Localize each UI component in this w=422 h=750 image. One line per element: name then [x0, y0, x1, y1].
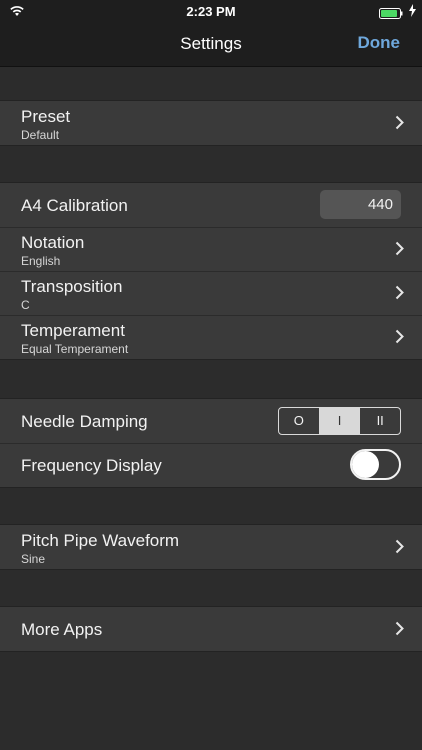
status-bar: 2:23 PM: [0, 0, 422, 22]
transposition-row[interactable]: Transposition C: [0, 271, 422, 315]
preset-value: Default: [21, 128, 60, 142]
pitch-pipe-waveform-row[interactable]: Pitch Pipe Waveform Sine: [0, 525, 422, 569]
toggle-knob: [352, 451, 379, 478]
done-button[interactable]: Done: [358, 33, 401, 53]
needle-damping-option-high[interactable]: II: [359, 408, 400, 434]
frequency-display-label: Frequency Display: [21, 456, 162, 475]
temperament-value: Equal Temperament: [21, 342, 129, 356]
frequency-display-toggle[interactable]: [350, 449, 401, 480]
chevron-right-icon: [395, 241, 404, 261]
pitch-pipe-waveform-value: Sine: [21, 552, 46, 566]
tuning-group: A4 Calibration 440 Notation English Tran…: [0, 182, 422, 360]
chevron-right-icon: [395, 115, 404, 135]
notation-value: English: [21, 254, 61, 268]
transposition-label: Transposition: [21, 277, 123, 296]
preset-row[interactable]: Preset Default: [0, 101, 422, 145]
chevron-right-icon: [395, 539, 404, 559]
frequency-display-row: Frequency Display: [0, 443, 422, 487]
temperament-row[interactable]: Temperament Equal Temperament: [0, 315, 422, 359]
a4-calibration-field[interactable]: 440: [320, 190, 401, 219]
needle-damping-option-off[interactable]: O: [279, 408, 319, 434]
preset-group: Preset Default: [0, 100, 422, 146]
temperament-label: Temperament: [21, 321, 125, 340]
needle-damping-segmented-control[interactable]: O I II: [278, 407, 401, 435]
preset-label: Preset: [21, 107, 71, 126]
needle-damping-label: Needle Damping: [21, 412, 148, 431]
more-apps-group: More Apps: [0, 606, 422, 652]
a4-calibration-row: A4 Calibration 440: [0, 183, 422, 227]
more-apps-label: More Apps: [21, 620, 103, 639]
notation-row[interactable]: Notation English: [0, 227, 422, 271]
notation-label: Notation: [21, 233, 85, 252]
transposition-value: C: [21, 298, 30, 312]
chevron-right-icon: [395, 621, 404, 641]
status-time: 2:23 PM: [186, 4, 236, 19]
display-group: Needle Damping O I II Frequency Display: [0, 398, 422, 488]
charging-bolt-icon: [409, 4, 416, 22]
pitch-pipe-waveform-label: Pitch Pipe Waveform: [21, 531, 180, 550]
more-apps-row[interactable]: More Apps: [0, 607, 422, 651]
chevron-right-icon: [395, 329, 404, 349]
needle-damping-option-low[interactable]: I: [318, 408, 360, 434]
chevron-right-icon: [395, 285, 404, 305]
pitch-pipe-group: Pitch Pipe Waveform Sine: [0, 524, 422, 570]
navigation-bar: Settings Done: [0, 22, 422, 67]
needle-damping-row: Needle Damping O I II: [0, 399, 422, 443]
a4-calibration-label: A4 Calibration: [21, 196, 128, 215]
